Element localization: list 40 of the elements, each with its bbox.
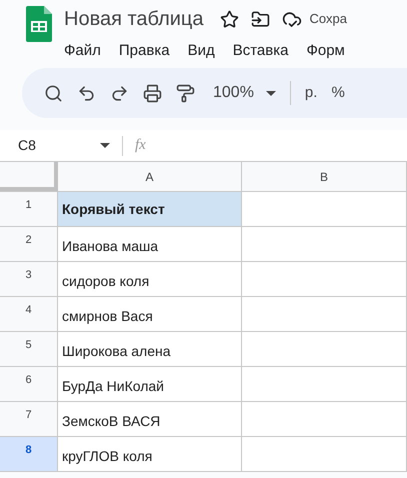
row-header[interactable]: 6 [0, 367, 58, 401]
table-cell: БурДа НиКолай [58, 367, 242, 401]
function-label: fx [135, 136, 146, 156]
table-cell: Широкова алена [58, 332, 242, 366]
row-header[interactable]: 5 [0, 332, 58, 366]
dropdown-caret-icon[interactable] [100, 143, 110, 148]
percent-button[interactable]: % [331, 82, 345, 104]
table-cell: круГЛОВ коля [58, 437, 242, 471]
undo-icon[interactable] [77, 84, 96, 102]
print-icon[interactable] [143, 84, 162, 102]
spreadsheet-logo-icon[interactable] [26, 6, 52, 42]
star-icon[interactable] [220, 10, 239, 28]
corner-cell[interactable] [0, 162, 58, 191]
menu-item[interactable]: Вставка [232, 40, 288, 62]
document-title[interactable]: Новая таблица [64, 4, 204, 34]
row-header[interactable]: 8 [0, 437, 58, 471]
table-cell: сидоров коля [58, 262, 242, 296]
row-header[interactable]: 2 [0, 227, 58, 261]
search-icon[interactable] [44, 84, 63, 102]
table-cell: ЗемскоВ ВАСЯ [58, 402, 242, 436]
currency-button[interactable]: р. [304, 82, 318, 104]
row-header[interactable]: 7 [0, 402, 58, 436]
row-header[interactable]: 3 [0, 262, 58, 296]
row-header[interactable]: 4 [0, 297, 58, 331]
menu-item[interactable]: Вид [188, 40, 215, 62]
cell-reference[interactable]: C8 [0, 135, 100, 156]
menu-item[interactable]: Форм [306, 40, 345, 62]
row-header[interactable]: 1 [0, 192, 58, 226]
column-header[interactable]: B [242, 162, 407, 191]
paint-format-icon[interactable] [176, 84, 195, 102]
folder-icon[interactable] [250, 10, 270, 28]
table-cell: Иванова маша [58, 227, 242, 261]
redo-icon[interactable] [110, 84, 129, 102]
table-cell: смирнов Вася [58, 297, 242, 331]
save-status: Сохра [310, 10, 347, 28]
column-header[interactable]: A [58, 162, 242, 191]
table-cell: Корявый текст [58, 192, 242, 226]
zoom-select[interactable]: 100% [213, 81, 276, 105]
menu-item[interactable]: Правка [118, 40, 170, 62]
menu-item[interactable]: Файл [64, 40, 101, 62]
